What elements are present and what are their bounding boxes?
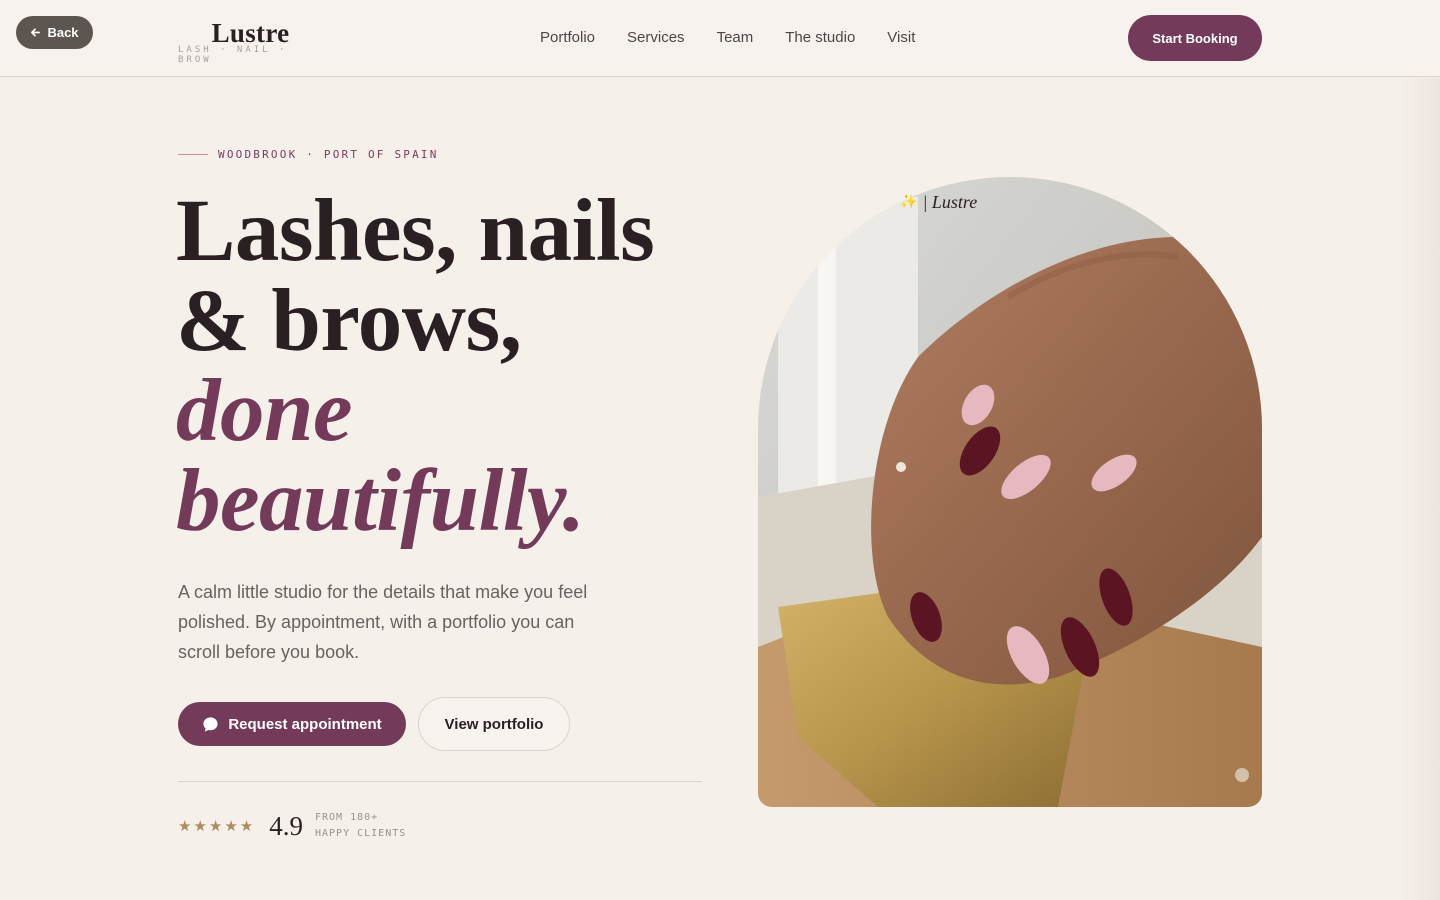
headline-accent-1: done: [176, 362, 353, 460]
request-appointment-label: Request appointment: [228, 715, 382, 733]
headline-line-2: & brows,: [176, 272, 522, 370]
nav-the-studio[interactable]: The studio: [785, 29, 855, 46]
logo-tagline: LASH · NAIL · BROW: [178, 45, 288, 65]
hero-divider: [178, 781, 702, 782]
eyebrow-rule: [178, 154, 208, 155]
nail-art-illustration: [758, 177, 1262, 807]
nav-services[interactable]: Services: [627, 29, 685, 46]
logo-name: Lustre: [211, 18, 290, 48]
back-label: Back: [47, 25, 79, 40]
nav-visit[interactable]: Visit: [887, 29, 915, 46]
eyebrow-text: WOODBROOK · PORT OF SPAIN: [218, 148, 439, 161]
main-nav: Portfolio Services Team The studio Visit: [540, 29, 915, 46]
view-portfolio-button[interactable]: View portfolio: [418, 697, 570, 751]
headline-accent-2: beautifully.: [176, 452, 585, 550]
nav-team[interactable]: Team: [717, 29, 754, 46]
request-appointment-button[interactable]: Request appointment: [178, 702, 406, 746]
arrow-left-icon: [31, 28, 41, 37]
start-booking-button[interactable]: Start Booking: [1128, 15, 1262, 61]
location-eyebrow: WOODBROOK · PORT OF SPAIN: [178, 148, 439, 161]
right-edge-shade: [1400, 0, 1440, 900]
rating-summary: ★★★★★ 4.9 FROM 180+ HAPPY CLIENTS: [178, 810, 406, 842]
rating-caption: FROM 180+ HAPPY CLIENTS: [315, 810, 406, 842]
hero-intro: A calm little studio for the details tha…: [178, 582, 588, 662]
photo-watermark: ✨ | Lustre: [900, 192, 977, 213]
hero-photo: [758, 177, 1262, 807]
chat-bubble-icon: [203, 716, 218, 732]
headline-line-1: Lashes, nails: [176, 182, 655, 280]
sparkle-icon: ✨: [900, 195, 918, 210]
hero-headline: Lashes, nails & brows, done beautifully.: [176, 186, 736, 546]
watermark-text: | Lustre: [922, 192, 978, 212]
site-header: Back Lustre LASH · NAIL · BROW Portfolio…: [0, 0, 1440, 77]
rating-caption-line-2: HAPPY CLIENTS: [315, 828, 407, 839]
rating-caption-line-1: FROM 180+: [315, 812, 379, 823]
rating-value: 4.9: [269, 810, 303, 841]
nav-portfolio[interactable]: Portfolio: [540, 29, 595, 46]
back-button[interactable]: Back: [16, 16, 93, 49]
brand-logo[interactable]: Lustre LASH · NAIL · BROW: [178, 18, 323, 65]
star-rating-icon: ★★★★★: [178, 818, 256, 835]
